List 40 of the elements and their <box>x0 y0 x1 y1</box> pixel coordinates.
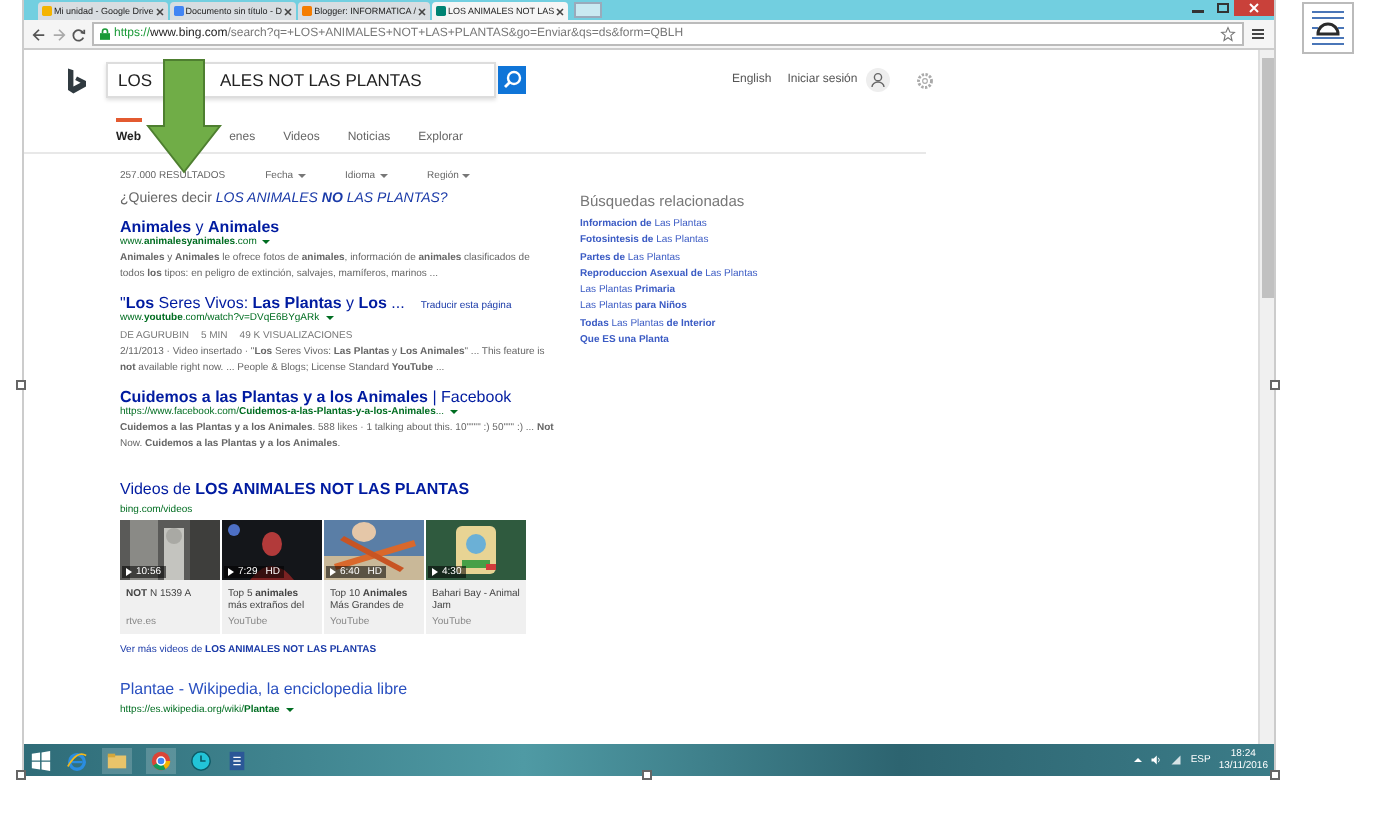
menu-icon[interactable] <box>1250 26 1266 42</box>
resize-handle[interactable] <box>642 770 652 780</box>
folder-icon[interactable] <box>102 747 132 773</box>
search-icon[interactable] <box>498 66 526 94</box>
close-icon[interactable] <box>155 7 164 15</box>
close-icon[interactable] <box>556 7 565 15</box>
favicon-icon <box>302 6 313 16</box>
favicon-icon <box>173 6 184 16</box>
caret-icon[interactable] <box>325 316 334 320</box>
clock-icon[interactable] <box>190 749 212 771</box>
resize-handle[interactable] <box>1270 380 1280 390</box>
chrome-icon[interactable] <box>146 747 176 773</box>
close-icon[interactable] <box>284 7 293 15</box>
favicon-icon <box>42 6 52 16</box>
user-icon[interactable] <box>865 68 890 92</box>
internet-explorer-icon[interactable] <box>66 749 88 771</box>
bing-logo-icon[interactable] <box>68 67 86 93</box>
result-title-link[interactable]: Plantae - Wikipedia, la enciclopedia libre <box>120 680 408 698</box>
videos-title-link[interactable]: Videos de LOS ANIMALES NOT LAS PLANTAS <box>120 480 470 498</box>
resize-handle[interactable] <box>16 770 26 780</box>
close-icon[interactable] <box>1234 0 1274 16</box>
speaker-icon[interactable] <box>1150 754 1163 766</box>
scrollbar[interactable] <box>1258 50 1274 744</box>
resize-handle[interactable] <box>1270 770 1280 780</box>
result-title-link[interactable]: Animales y Animales <box>120 218 280 236</box>
caret-icon[interactable] <box>450 410 459 414</box>
caret-icon[interactable] <box>262 240 271 244</box>
star-icon[interactable] <box>1220 26 1236 42</box>
windows-start-icon[interactable] <box>30 749 52 771</box>
signal-icon[interactable] <box>1170 754 1183 766</box>
layout-options-icon[interactable] <box>1302 2 1354 54</box>
resize-handle[interactable] <box>16 380 26 390</box>
favicon-icon <box>436 6 446 16</box>
reload-icon[interactable] <box>72 27 86 41</box>
back-icon[interactable] <box>32 27 46 41</box>
result-title-link[interactable]: Cuidemos a las Plantas y a los Animales | Facebook <box>120 388 512 406</box>
caret-icon[interactable] <box>285 708 294 712</box>
lock-icon <box>100 28 110 40</box>
close-icon[interactable] <box>418 7 426 15</box>
result-title-link[interactable]: "Los Seres Vivos: Las Plantas y Los ... <box>120 294 405 312</box>
